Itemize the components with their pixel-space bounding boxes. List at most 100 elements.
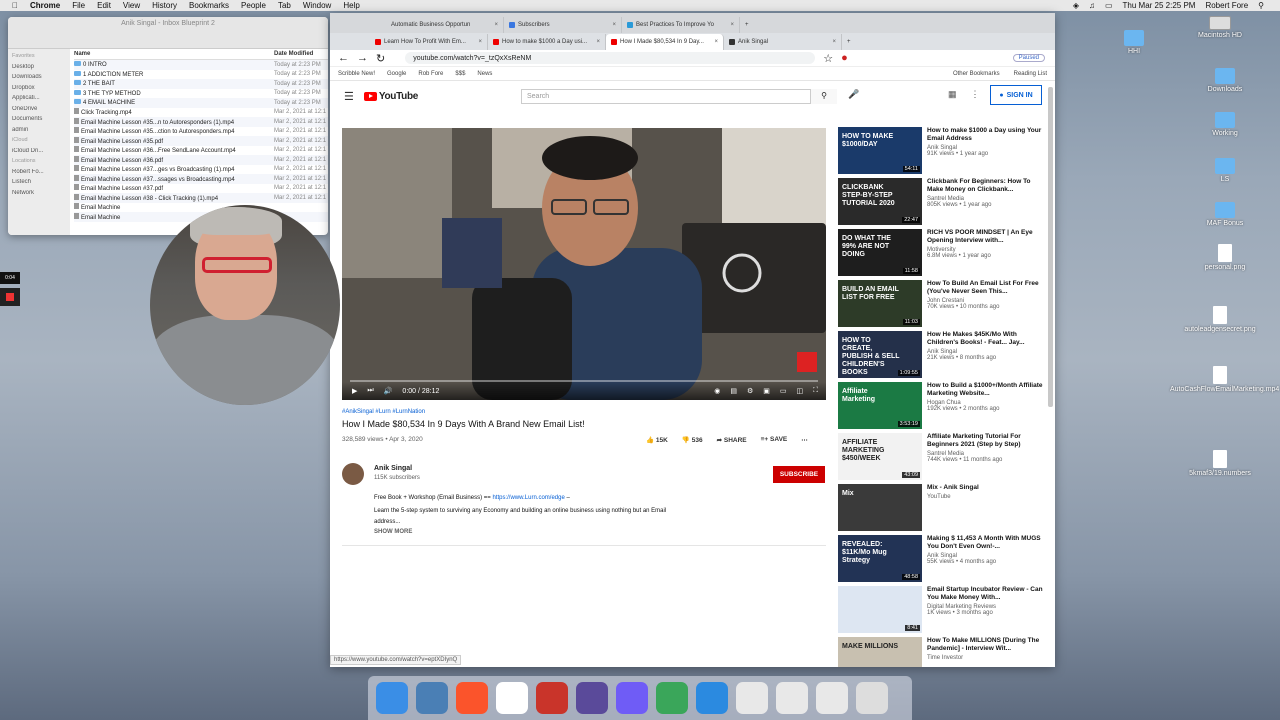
share-button[interactable]: ➦ SHARE xyxy=(717,436,747,444)
video-thumbnail[interactable]: HOW TO MAKE $1000/DAY 54:11 xyxy=(838,127,922,174)
file-row[interactable]: Email Machine Lesson #35.pdf Mar 2, 2021 … xyxy=(74,136,328,146)
video-thumbnail[interactable]: 8:41 xyxy=(838,586,922,633)
like-button[interactable]: 👍 15K xyxy=(646,436,668,444)
captions-icon[interactable]: ▤ xyxy=(730,387,737,395)
menu-people[interactable]: People xyxy=(241,1,266,10)
related-video[interactable]: REVEALED: $11K/Mo Mug Strategy 48:58 Makin… xyxy=(838,535,1048,586)
column-date[interactable]: Date Modified xyxy=(274,51,313,57)
desktop-icon-autoleadgen[interactable]: autoleadgensecret.png xyxy=(1170,306,1270,333)
menu-history[interactable]: History xyxy=(152,1,177,10)
new-tab-button[interactable]: + xyxy=(842,34,862,50)
dock-messenger-icon[interactable] xyxy=(616,682,648,714)
close-icon[interactable]: × xyxy=(478,39,482,45)
dock-window-2-icon[interactable] xyxy=(776,682,808,714)
sidebar-item-admin[interactable]: admin xyxy=(12,127,66,138)
video-title[interactable]: Email Startup Incubator Review - Can You… xyxy=(927,586,1045,602)
search-icon[interactable]: ⚲ xyxy=(1258,1,1264,10)
video-thumbnail[interactable]: REVEALED: $11K/Mo Mug Strategy 48:58 xyxy=(838,535,922,582)
menu-edit[interactable]: Edit xyxy=(97,1,111,10)
bookmark-scribble[interactable]: Scribble New! xyxy=(338,71,375,77)
desktop-icon-downloads[interactable]: Downloads xyxy=(1185,68,1265,93)
scrollbar[interactable] xyxy=(1048,87,1053,407)
close-icon[interactable]: × xyxy=(612,22,616,28)
video-player[interactable]: ▶ ⏭ 🔊 0:00 / 28:12 ◉ ▤ ⚙ ▣ ▭ ◫ ⛶ xyxy=(342,128,826,400)
video-thumbnail[interactable]: MAKE MILLIONS xyxy=(838,637,922,667)
dock-chrome-icon[interactable] xyxy=(496,682,528,714)
apps-grid-icon[interactable]: ▦ xyxy=(948,89,957,100)
video-thumbnail[interactable]: DO WHAT THE 99% ARE NOT DOING 11:58 xyxy=(838,229,922,276)
sidebar-item-robert[interactable]: Robert Fo... xyxy=(12,169,66,180)
other-bookmarks[interactable]: Other Bookmarks xyxy=(953,71,1000,77)
column-name[interactable]: Name xyxy=(74,51,274,57)
fullscreen-icon[interactable]: ⛶ xyxy=(813,387,818,395)
video-thumbnail[interactable]: HOW TO CREATE, PUBLISH & SELL CHILDREN'S… xyxy=(838,331,922,378)
related-video[interactable]: HOW TO MAKE $1000/DAY 54:11 How to make $1… xyxy=(838,127,1048,178)
close-icon[interactable]: × xyxy=(730,22,734,28)
related-video[interactable]: BUILD AN EMAIL LIST FOR FREE 11:03 How To … xyxy=(838,280,1048,331)
sidebar-item-applications[interactable]: Applicati... xyxy=(12,95,66,106)
dock-finder-icon[interactable] xyxy=(376,682,408,714)
close-icon[interactable]: × xyxy=(714,39,718,45)
file-row[interactable]: Click Tracking.mp4 Mar 2, 2021 at 12:1 xyxy=(74,108,328,118)
related-video[interactable]: AFFILIATE MARKETING $450/WEEK 43:09 Affili… xyxy=(838,433,1048,484)
file-row[interactable]: 1 ADDICTION METER Today at 2:23 PM xyxy=(74,70,328,80)
sidebar-item-downloads[interactable]: Downloads xyxy=(12,74,66,85)
settings-gear-icon[interactable]: ⚙ xyxy=(747,387,753,395)
file-row[interactable]: Email Machine Lesson #35...n to Autoresp… xyxy=(74,117,328,127)
close-icon[interactable]: × xyxy=(494,22,498,28)
video-thumbnail[interactable]: CLICKBANK STEP-BY-STEP TUTORIAL 2020 22:4… xyxy=(838,178,922,225)
related-video[interactable]: Mix Mix - Anik Singal YouTube xyxy=(838,484,1048,535)
miniplayer-icon[interactable]: ▣ xyxy=(763,387,770,395)
reading-list[interactable]: Reading List xyxy=(1014,71,1047,77)
sidebar-item-icloud-drive[interactable]: iCloud Dri... xyxy=(12,148,66,159)
battery-icon[interactable]: ▭ xyxy=(1105,1,1113,10)
sign-in-button[interactable]: ● SIGN IN xyxy=(990,85,1042,105)
file-row[interactable]: Email Machine Lesson #35...ction to Auto… xyxy=(74,127,328,137)
related-video[interactable]: 8:41 Email Startup Incubator Review - Can… xyxy=(838,586,1048,637)
theater-icon[interactable]: ▭ xyxy=(780,387,787,395)
channel-avatar[interactable] xyxy=(342,463,364,485)
bookmark-news[interactable]: News xyxy=(477,71,492,77)
file-row[interactable]: 3 THE TYP METHOD Today at 2:23 PM xyxy=(74,89,328,99)
video-title[interactable]: Affiliate Marketing Tutorial For Beginne… xyxy=(927,433,1045,449)
file-row[interactable]: Email Machine xyxy=(74,203,328,213)
sidebar-item-dropbox[interactable]: Dropbox xyxy=(12,85,66,96)
youtube-logo[interactable]: YouTube xyxy=(363,91,418,102)
file-row[interactable]: Email Machine Lesson #38 - Click Trackin… xyxy=(74,193,328,203)
desktop-icon-autocashflow[interactable]: AutoCashFlowEmailMarketing.mp4 xyxy=(1170,366,1279,393)
video-thumbnail[interactable]: AFFILIATE MARKETING $450/WEEK 43:09 xyxy=(838,433,922,480)
video-title[interactable]: Mix - Anik Singal xyxy=(927,484,1045,492)
related-video[interactable]: DO WHAT THE 99% ARE NOT DOING 11:58 RICH V… xyxy=(838,229,1048,280)
tab-learn-how[interactable]: Learn How To Profit With Em... × xyxy=(370,34,488,50)
url-input[interactable]: youtube.com/watch?v=_tzQxXsReNM xyxy=(405,52,816,64)
video-hashtags[interactable]: #AnikSingal #Lurn #LurnNation xyxy=(342,409,425,415)
volume-icon[interactable]: ♫ xyxy=(1089,1,1095,10)
desktop-icon-macintosh-hd[interactable]: Macintosh HD xyxy=(1180,16,1260,39)
close-icon[interactable]: × xyxy=(596,39,600,45)
tab-how-i-made[interactable]: How I Made $80,534 In 9 Day... × xyxy=(606,34,724,50)
sidebar-item-documents[interactable]: Documents xyxy=(12,116,66,127)
video-title[interactable]: How To Make MILLIONS [During The Pandemi… xyxy=(927,637,1045,653)
menubar-clock[interactable]: Thu Mar 25 2:25 PM xyxy=(1123,1,1196,10)
dock-brave-icon[interactable] xyxy=(456,682,488,714)
tab-how-to-make[interactable]: How to make $1000 a Day usi... × xyxy=(488,34,606,50)
apple-icon[interactable]:  xyxy=(12,1,18,10)
more-options-icon[interactable]: ⋮ xyxy=(971,89,980,100)
video-thumbnail[interactable]: Mix xyxy=(838,484,922,531)
related-video[interactable]: CLICKBANK STEP-BY-STEP TUTORIAL 2020 22:4… xyxy=(838,178,1048,229)
forward-icon[interactable]: → xyxy=(357,52,368,64)
bookmark-rob-fore[interactable]: Rob Fore xyxy=(418,71,443,77)
profile-paused-button[interactable]: Paused xyxy=(1012,54,1045,62)
bookmark-google[interactable]: Google xyxy=(387,71,406,77)
video-channel[interactable]: Time Investor xyxy=(927,655,1045,661)
bookmark-money[interactable]: $$$ xyxy=(455,71,465,77)
search-input[interactable]: Search xyxy=(521,89,837,104)
show-more-button[interactable]: SHOW MORE xyxy=(374,529,412,535)
dock-window-3-icon[interactable] xyxy=(816,682,848,714)
desktop-icon-working[interactable]: Working xyxy=(1185,112,1265,137)
next-icon[interactable]: ⏭ xyxy=(367,387,373,395)
sidebar-item-onedrive[interactable]: OneDrive xyxy=(12,106,66,117)
more-actions-icon[interactable]: ⋯ xyxy=(801,436,808,444)
save-button[interactable]: ≡+ SAVE xyxy=(761,436,788,444)
related-video[interactable]: Affiliate Marketing 3:53:19 How to Build a… xyxy=(838,382,1048,433)
